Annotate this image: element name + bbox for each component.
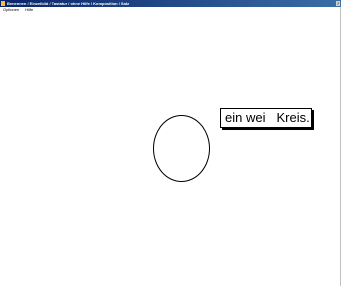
sentence-word-2: Kreis.	[276, 110, 310, 125]
title-bar[interactable]: Benennen / Einzelbild / Tastatur / ohne …	[0, 0, 341, 7]
sentence-answer-box[interactable]: ein wei Kreis.	[220, 108, 312, 128]
exercise-canvas: ein wei Kreis.	[0, 13, 341, 286]
title-buttons: ?	[335, 1, 340, 6]
app-window: Benennen / Einzelbild / Tastatur / ohne …	[0, 0, 341, 286]
app-icon	[1, 1, 5, 6]
circle-picture	[153, 115, 210, 182]
help-title-button[interactable]: ?	[336, 1, 340, 6]
window-title: Benennen / Einzelbild / Tastatur / ohne …	[7, 1, 130, 6]
sentence-word-1: ein wei	[225, 110, 266, 125]
